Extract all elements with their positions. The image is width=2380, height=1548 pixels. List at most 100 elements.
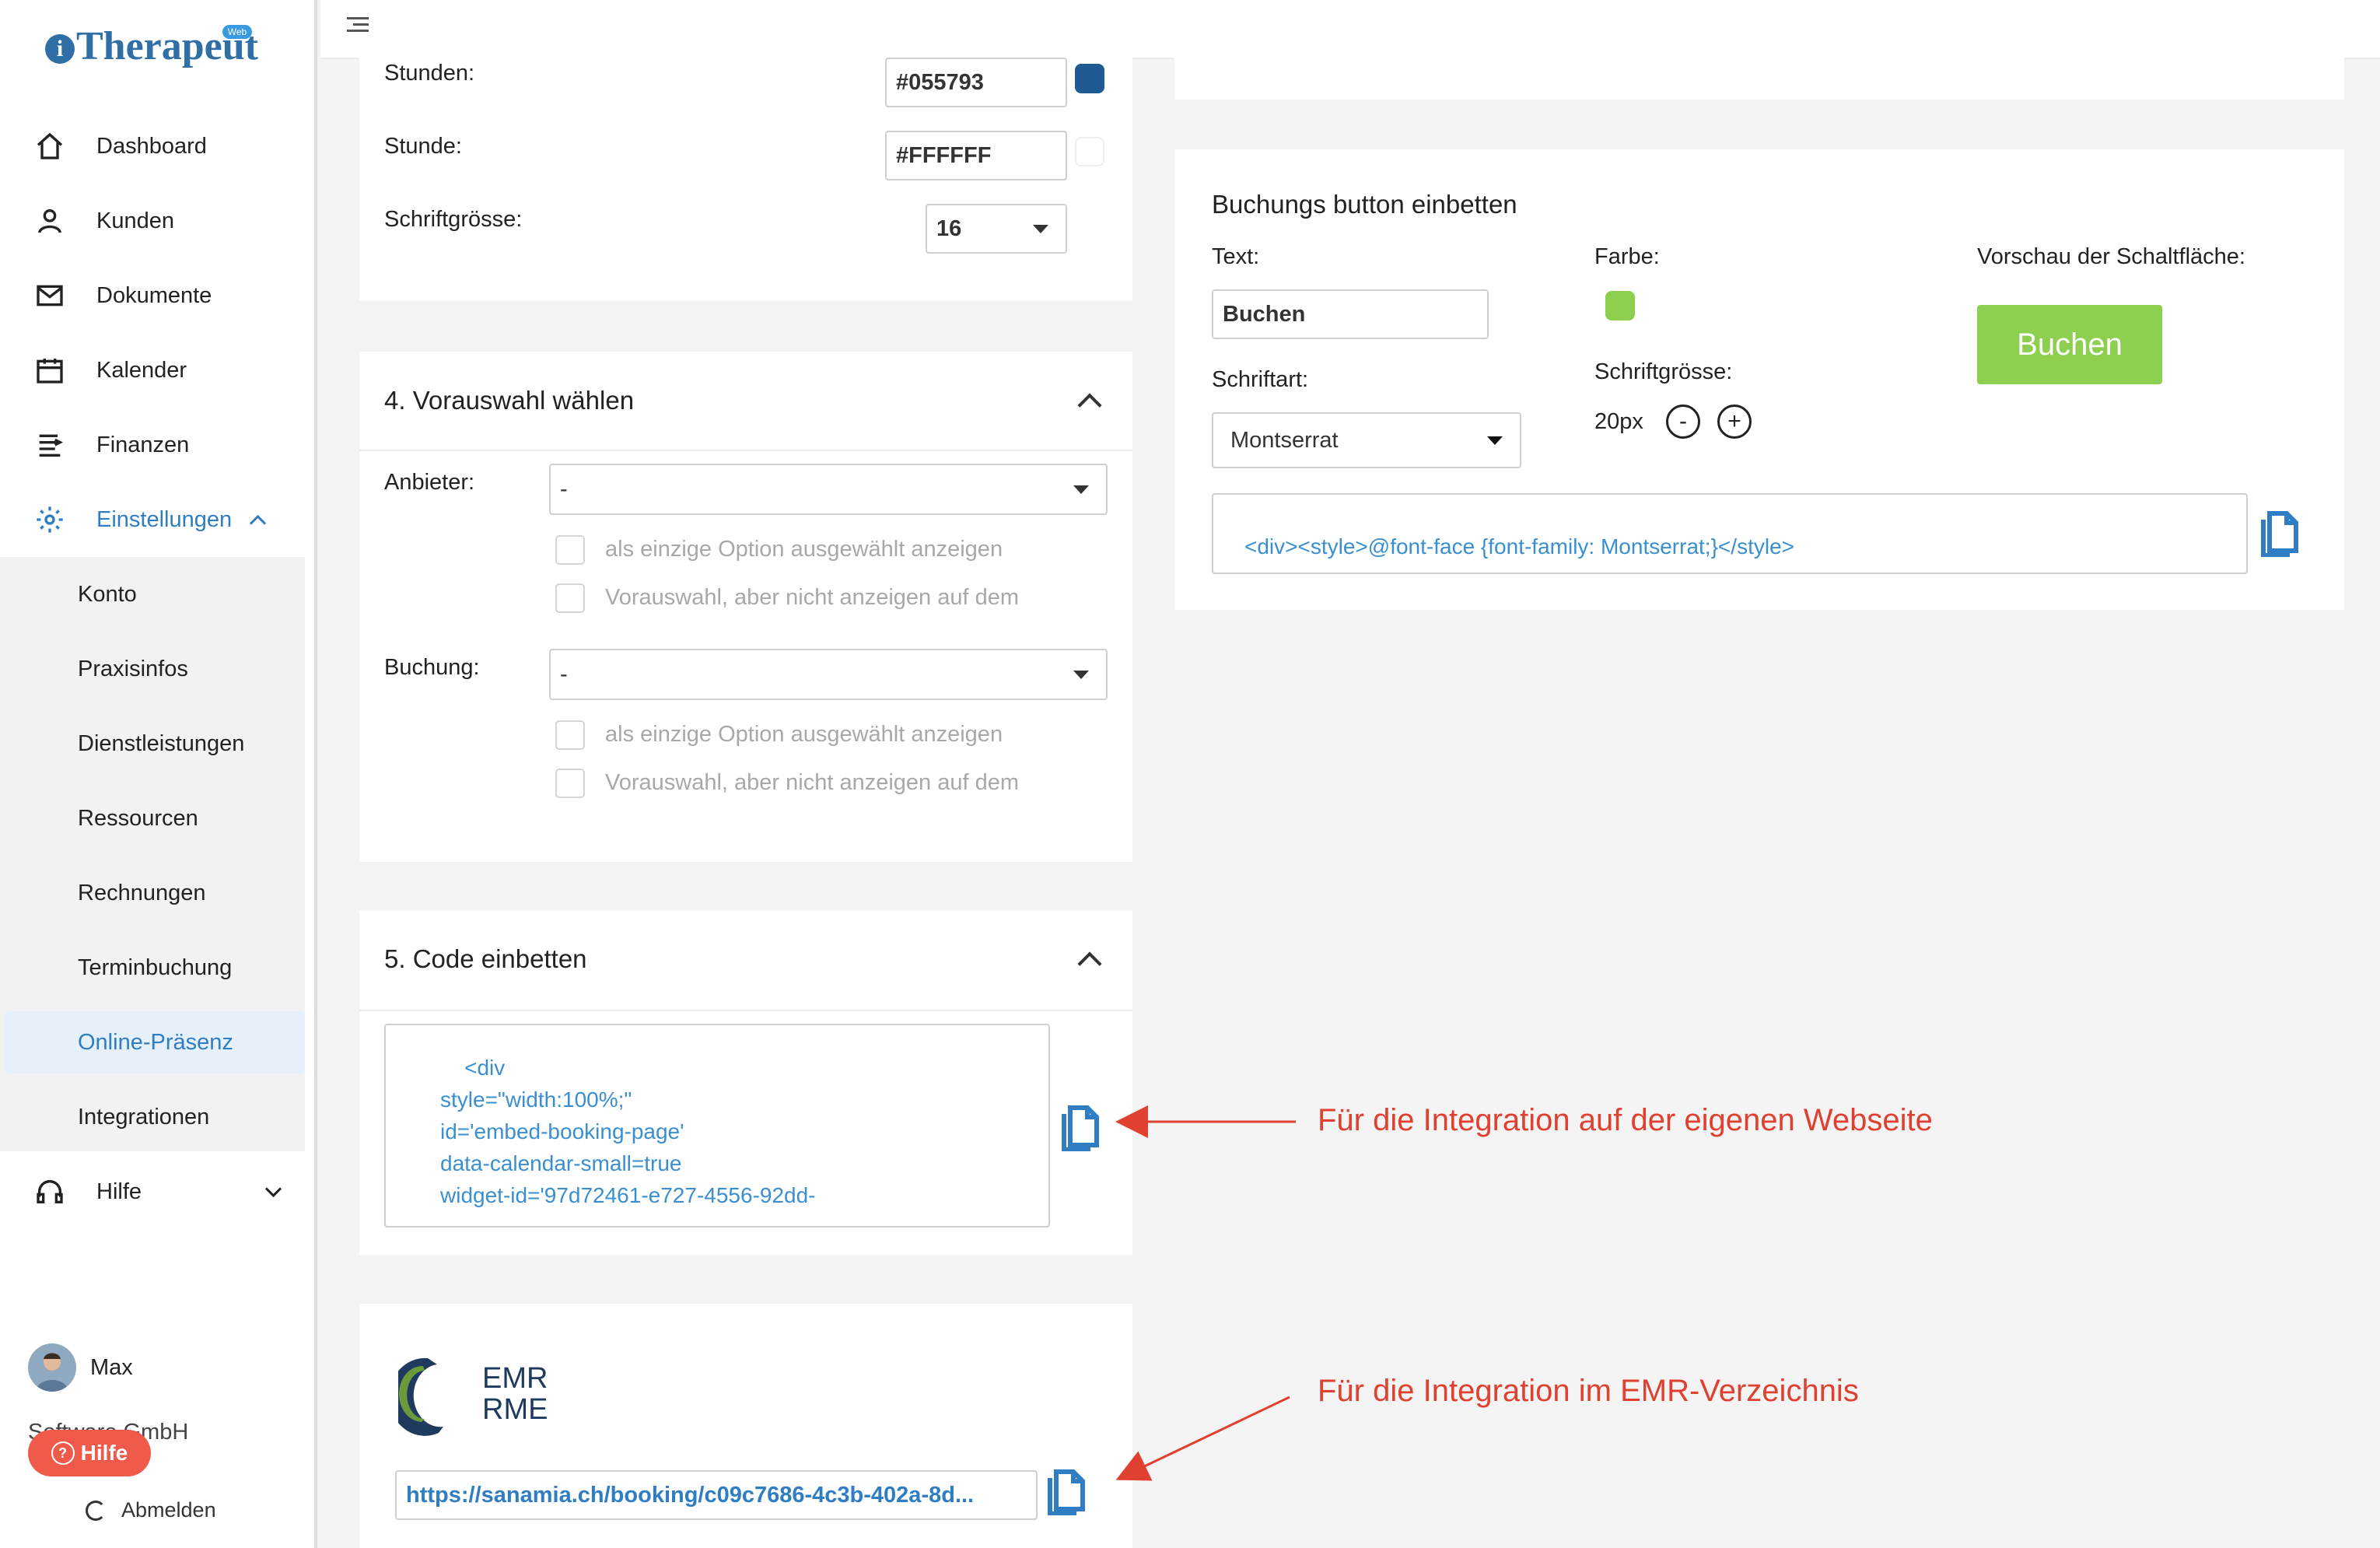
chevron-up-icon [250,514,267,531]
sidebar-item-kunden[interactable]: Kunden [34,198,174,244]
stunden-label: Stunden: [384,61,475,86]
buchung-label: Buchung: [384,655,480,680]
mail-icon [37,285,63,306]
preview-label: Vorschau der Schaltfläche: [1977,244,2245,269]
buchung-select[interactable]: - [549,649,1108,700]
sidebar-item-label: Kunden [96,208,174,233]
sidebar-item-praxisinfos[interactable]: Praxisinfos [78,646,188,692]
increase-size-button[interactable]: + [1717,405,1752,439]
font-select[interactable]: Montserrat [1212,412,1521,468]
arrow-emr [1115,1396,1290,1481]
buchung-only-option-checkbox[interactable] [555,720,585,750]
sidebar-item-dashboard[interactable]: Dashboard [34,123,207,170]
divider [359,1010,1132,1011]
sidebar-item-dokumente[interactable]: Dokumente [34,272,212,319]
font-size-value: 16 [936,215,962,241]
sidebar-item-dienstleistungen[interactable]: Dienstleistungen [78,720,244,767]
headset-icon [37,1180,63,1203]
sidebar-item-ressourcen[interactable]: Ressourcen [78,795,198,842]
divider [359,450,1132,451]
top-right-card [1174,58,2344,100]
stunden-color-input[interactable]: #055793 [885,58,1067,107]
chevron-down-icon [1033,225,1048,233]
anbieter-value: - [560,476,568,502]
stunde-color-swatch[interactable] [1075,137,1104,166]
sidebar-item-label: Einstellungen [96,506,233,532]
sidebar-item-label: Finanzen [96,432,190,457]
stunde-label: Stunde: [384,134,462,159]
buchung-hidden-label: Vorauswahl, aber nicht anzeigen auf dem [605,770,1020,795]
logout-label: Abmelden [121,1498,216,1522]
font-label: Schriftart: [1212,367,1309,392]
sidebar-item-online-praesenz[interactable]: Online-Präsenz [78,1019,233,1066]
sidebar-item-konto[interactable]: Konto [78,571,137,618]
sidebar-item-rechnungen[interactable]: Rechnungen [78,870,205,916]
buchung-value: - [560,661,568,687]
button-color-swatch[interactable] [1605,291,1635,320]
logo-badge: Web [222,25,252,39]
size-label: Schriftgrösse: [1594,359,1733,384]
chevron-down-icon [1487,436,1503,445]
sidebar-item-finanzen[interactable]: Finanzen [34,422,189,468]
button-code-textarea[interactable]: <div><style>@font-face {font-family: Mon… [1212,493,2248,574]
text-label: Text: [1212,244,1260,269]
anbieter-select[interactable]: - [549,464,1108,515]
sidebar-item-integrationen[interactable]: Integrationen [78,1094,209,1140]
anbieter-only-option-checkbox[interactable] [555,535,585,565]
sidebar-item-label: Dokumente [96,282,212,308]
avatar[interactable] [28,1343,76,1392]
help-button[interactable]: ? Hilfe [28,1430,151,1476]
stunde-color-input[interactable]: #FFFFFF [885,131,1067,180]
chevron-down-icon [264,1180,282,1197]
sidebar-item-label: Dashboard [96,133,207,159]
logout-link[interactable]: Abmelden [86,1498,216,1522]
sidebar-item-hilfe[interactable]: Hilfe [34,1168,282,1215]
sidebar-item-kalender[interactable]: Kalender [34,347,187,394]
users-icon [38,209,61,233]
font-size-select[interactable]: 16 [926,204,1067,254]
copy-icon[interactable] [1042,1466,1086,1519]
sidebar-item-label: Kalender [96,357,187,383]
gear-icon [37,506,63,533]
help-button-label: Hilfe [80,1441,128,1465]
help-icon: ? [51,1441,75,1465]
copy-icon[interactable] [1056,1101,1100,1155]
buchung-hidden-checkbox[interactable] [555,769,585,798]
embed-code-title: 5. Code einbetten [384,944,587,973]
booking-button-title: Buchungs button einbetten [1212,190,1517,219]
annotation-website: Für die Integration auf der eigenen Webs… [1318,1103,1933,1137]
font-size-label: Schriftgrösse: [384,207,523,232]
size-value: 20px [1594,409,1643,434]
font-value: Montserrat [1230,427,1339,453]
button-code-text: <div><style>@font-face {font-family: Mon… [1244,534,1794,559]
anbieter-hidden-label: Vorauswahl, aber nicht anzeigen auf dem [605,585,1020,610]
embed-code-text: <div style="width:100%;" id='embed-booki… [440,1056,816,1207]
menu-toggle-icon[interactable] [347,17,369,36]
finance-icon [39,434,64,457]
preselect-title: 4. Vorauswahl wählen [384,386,635,415]
preview-button[interactable]: Buchen [1977,305,2162,384]
anbieter-only-option-label: als einzige Option ausgewählt anzeigen [605,537,1003,562]
chevron-down-icon [1073,671,1089,679]
stunden-color-swatch[interactable] [1075,64,1104,93]
emr-logo [389,1352,476,1440]
chevron-down-icon [1073,485,1089,494]
buchung-only-option-label: als einzige Option ausgewählt anzeigen [605,722,1003,747]
decrease-size-button[interactable]: - [1666,405,1700,439]
user-name: Max [90,1355,133,1380]
emr-url-field[interactable]: https://sanamia.ch/booking/c09c7686-4c3b… [395,1470,1038,1520]
calendar-icon [37,359,63,383]
logout-icon [86,1500,106,1521]
emr-logo-text: EMR RME [482,1362,548,1426]
copy-icon[interactable] [2256,507,2299,561]
anbieter-hidden-checkbox[interactable] [555,583,585,613]
color-label: Farbe: [1594,244,1660,269]
annotation-emr: Für die Integration im EMR-Verzeichnis [1318,1374,1859,1408]
sidebar-item-einstellungen[interactable]: Einstellungen [34,496,267,543]
sidebar-item-label: Hilfe [96,1179,142,1204]
button-text-input[interactable]: Buchen [1212,289,1489,339]
sidebar-item-terminbuchung[interactable]: Terminbuchung [78,944,232,991]
embed-code-textarea[interactable]: <div style="width:100%;" id='embed-booki… [384,1024,1050,1228]
anbieter-label: Anbieter: [384,470,475,495]
top-bar [320,0,2380,59]
